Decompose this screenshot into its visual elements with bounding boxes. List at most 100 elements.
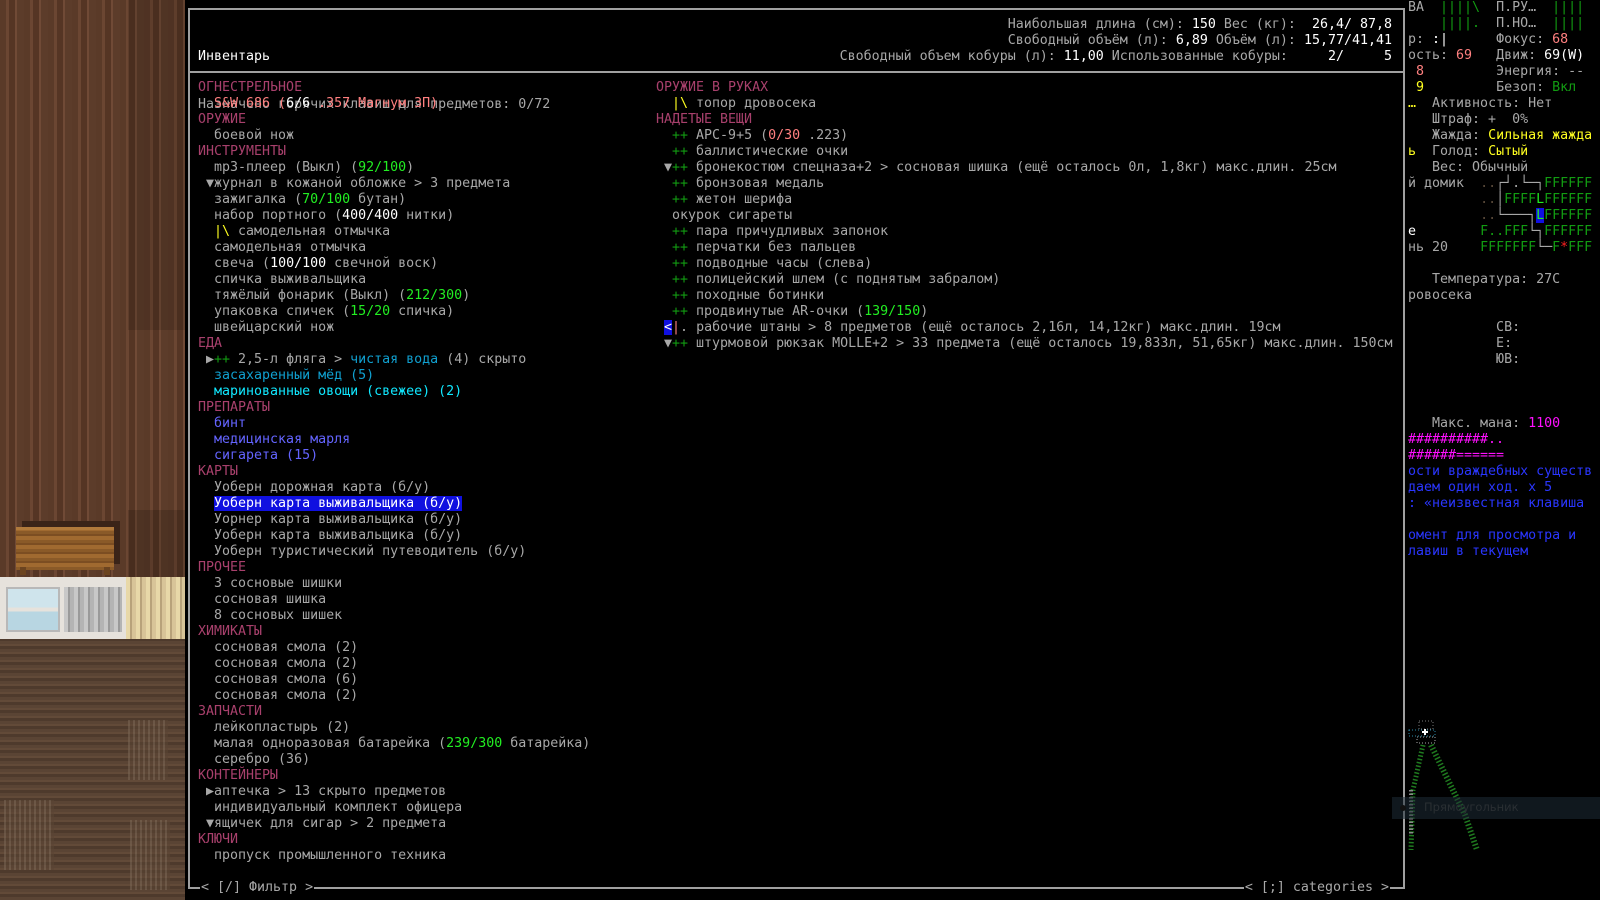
- inventory-item[interactable]: ++ баллистические очки: [656, 144, 1393, 160]
- inventory-item[interactable]: ++ подводные часы (слева): [656, 256, 1393, 272]
- sidebar-text: омент для просмотра и: [1408, 528, 1577, 543]
- inventory-item[interactable]: спичка выживальщика: [198, 272, 590, 288]
- inventory-item[interactable]: сигарета (15): [198, 448, 590, 464]
- inventory-item[interactable]: сосновая смола (2): [198, 656, 590, 672]
- inventory-item[interactable]: <|. рабочие штаны > 8 предметов (ещё ост…: [656, 320, 1393, 336]
- item-text: [198, 496, 214, 511]
- inventory-list-right: ОРУЖИЕ В РУКАХ |\ топор дровосека НАДЕТЫЕ…: [656, 80, 1393, 352]
- sidebar-row: Температура: 27С: [1408, 272, 1600, 288]
- inventory-item[interactable]: |\ самодельная отмычка: [198, 224, 590, 240]
- inventory-item[interactable]: окурок сигареты: [656, 208, 1393, 224]
- item-text: 0/30: [768, 128, 801, 143]
- inventory-item[interactable]: сосновая смола (6): [198, 672, 590, 688]
- sidebar-text: Макс. мана:: [1408, 416, 1529, 431]
- stat-label: Наибольшая длина (см):: [1007, 17, 1192, 32]
- sidebar-text: [1408, 80, 1416, 95]
- inventory-item[interactable]: |\ топор дровосека: [656, 96, 1393, 112]
- sidebar-text: нь 20: [1408, 240, 1481, 255]
- category-label: ИНСТРУМЕНТЫ: [198, 144, 287, 159]
- inventory-item[interactable]: набор портного (400/400 нитки): [198, 208, 590, 224]
- categories-button[interactable]: < [;] categories >: [1243, 880, 1390, 896]
- sidebar-text: 68: [1552, 32, 1569, 47]
- inventory-item[interactable]: ++ полицейский шлем (с поднятым забралом…: [656, 272, 1393, 288]
- item-text: бутан): [350, 192, 407, 207]
- sidebar-row: даем один ход. x 5: [1408, 480, 1600, 496]
- tooltip-bullet-icon: [1400, 805, 1406, 811]
- inventory-item[interactable]: 8 сосновых шишек: [198, 608, 590, 624]
- inventory-item[interactable]: Уорнер карта выживальщика (б/у): [198, 512, 590, 528]
- inventory-item[interactable]: Уоберн туристический путеводитель (б/у): [198, 544, 590, 560]
- item-text: тяжёлый фонарик (Выкл) (: [198, 288, 407, 303]
- item-text: окурок сигареты: [656, 208, 793, 223]
- sidebar-row: ##########..: [1408, 432, 1600, 448]
- item-text: 400/400: [342, 208, 399, 223]
- item-text: 3 сосновые шишки: [198, 576, 343, 591]
- inventory-item-selected[interactable]: Уоберн карта выживальщика (б/у): [198, 496, 590, 512]
- inventory-item[interactable]: ▼++ штурмовой рюкзак MOLLE+2 > 33 предме…: [656, 336, 1393, 352]
- sidebar-text: F: [1552, 240, 1561, 255]
- item-text: S&W 686 (: [198, 96, 287, 111]
- inventory-item[interactable]: S&W 686 (6/6 .357 Магнум ЗП): [198, 96, 590, 112]
- inventory-item[interactable]: малая одноразовая батарейка (239/300 бат…: [198, 736, 590, 752]
- inventory-item[interactable]: ++ жетон шерифа: [656, 192, 1393, 208]
- item-text: [656, 256, 672, 271]
- inventory-item[interactable]: сосновая шишка: [198, 592, 590, 608]
- sidebar-row: ь Голод: Сытый: [1408, 144, 1600, 160]
- inventory-item[interactable]: сосновая смола (2): [198, 688, 590, 704]
- inventory-item[interactable]: свеча (100/100 свечной воск): [198, 256, 590, 272]
- tooltip-label: Прямоугольник: [1424, 800, 1519, 814]
- inventory-item[interactable]: зажигалка (70/100 бутан): [198, 192, 590, 208]
- category-header: ОРУЖИЕ: [198, 112, 590, 128]
- item-text: спичка): [390, 304, 455, 319]
- inventory-item[interactable]: ▶аптечка > 13 скрыто предметов: [198, 784, 590, 800]
- inventory-item[interactable]: ++ продвинутые AR-очки (139/150): [656, 304, 1393, 320]
- sidebar-text: ость:: [1408, 48, 1457, 63]
- item-text: походные ботинки: [688, 288, 825, 303]
- inventory-item[interactable]: ▶++ 2,5-л фляга > чистая вода (4) скрыто: [198, 352, 590, 368]
- wall-shadow: [128, 510, 185, 580]
- inventory-item[interactable]: mp3-плеер (Выкл) (92/100): [198, 160, 590, 176]
- inventory-item[interactable]: медицинская марля: [198, 432, 590, 448]
- sidebar-row: [1408, 256, 1600, 272]
- inventory-item[interactable]: засахаренный мёд (5): [198, 368, 590, 384]
- inventory-item[interactable]: тяжёлый фонарик (Выкл) (212/300): [198, 288, 590, 304]
- inventory-item[interactable]: боевой нож: [198, 128, 590, 144]
- inventory-item[interactable]: ++ пара причудливых запонок: [656, 224, 1393, 240]
- sidebar-row: 9 Безоп: Вкл: [1408, 80, 1600, 96]
- inventory-item[interactable]: сосновая смола (2): [198, 640, 590, 656]
- category-header: ПРЕПАРАТЫ: [198, 400, 590, 416]
- item-text: 139/150: [864, 304, 921, 319]
- inventory-item[interactable]: упаковка спичек (15/20 спичка): [198, 304, 590, 320]
- inventory-item[interactable]: 3 сосновые шишки: [198, 576, 590, 592]
- sidebar-row: [1408, 400, 1600, 416]
- inventory-item[interactable]: бинт: [198, 416, 590, 432]
- inventory-item[interactable]: серебро (36): [198, 752, 590, 768]
- inventory-item[interactable]: ++ перчатки без пальцев: [656, 240, 1393, 256]
- sidebar-row: лавиш в текущем: [1408, 544, 1600, 560]
- inventory-item[interactable]: швейцарский нож: [198, 320, 590, 336]
- inventory-item[interactable]: Уоберн дорожная карта (б/у): [198, 480, 590, 496]
- sidebar-text: лавиш в текущем: [1408, 544, 1529, 559]
- item-text: ++: [672, 240, 689, 255]
- inventory-item[interactable]: ▼++ бронекостюм спецназа+2 > сосновая ши…: [656, 160, 1393, 176]
- inventory-item[interactable]: ++ бронзовая медаль: [656, 176, 1393, 192]
- sidebar-text: [1408, 192, 1480, 207]
- item-text: спичка выживальщика: [198, 272, 367, 287]
- inventory-item[interactable]: лейкопластырь (2): [198, 720, 590, 736]
- inventory-item[interactable]: ++ походные ботинки: [656, 288, 1393, 304]
- inventory-item[interactable]: индивидуальный комплект офицера: [198, 800, 590, 816]
- item-text: [656, 224, 672, 239]
- inventory-item[interactable]: пропуск промышленного техника: [198, 848, 590, 864]
- stat-line: Наибольшая длина (см): 150 Вес (кг): 26,…: [840, 17, 1392, 33]
- filter-button[interactable]: < [/] Фильтр >: [200, 880, 315, 896]
- inventory-item[interactable]: ▼журнал в кожаной обложке > 3 предмета: [198, 176, 590, 192]
- inventory-item[interactable]: маринованные овощи (свежее) (2): [198, 384, 590, 400]
- floor-debris: [4, 800, 54, 870]
- inventory-item[interactable]: ▼ящичек для сигар > 2 предмета: [198, 816, 590, 832]
- item-text: (4) скрыто: [438, 352, 527, 367]
- item-text: |\: [672, 96, 689, 111]
- inventory-item[interactable]: Уоберн карта выживальщика (б/у): [198, 528, 590, 544]
- inventory-item[interactable]: самодельная отмычка: [198, 240, 590, 256]
- inventory-item[interactable]: ++ APC-9+5 (0/30 .223): [656, 128, 1393, 144]
- inventory-list-left: ОГНЕСТРЕЛЬНОЕ S&W 686 (6/6 .357 Магнум З…: [198, 80, 590, 864]
